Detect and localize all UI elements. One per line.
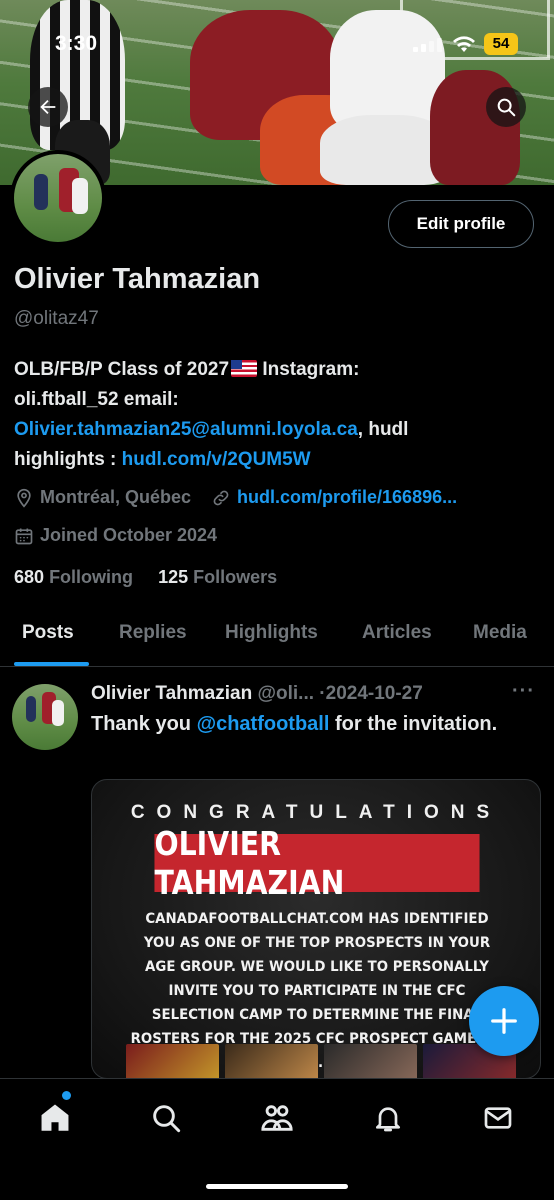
media-photo-strip bbox=[126, 1044, 516, 1078]
nav-search[interactable] bbox=[144, 1096, 188, 1140]
media-photo bbox=[324, 1044, 417, 1078]
profile-meta-location-row: Montréal, Québec hudl.com/profile/166896… bbox=[14, 487, 457, 508]
follow-stats: 680 Following 125 Followers bbox=[14, 567, 277, 588]
back-button[interactable] bbox=[28, 87, 68, 127]
profile-avatar[interactable] bbox=[10, 150, 106, 246]
post-text: Thank you @chatfootball for the invitati… bbox=[91, 710, 531, 739]
tab-posts[interactable]: Posts bbox=[22, 622, 74, 644]
bio-email-link[interactable]: Olivier.tahmazian25@alumni.loyola.ca bbox=[14, 419, 358, 440]
nav-messages[interactable] bbox=[476, 1096, 520, 1140]
plus-icon bbox=[491, 1008, 517, 1034]
profile-joined-date: Joined October 2024 bbox=[40, 525, 218, 545]
bio-text: OLB/FB/P Class of 2027 bbox=[14, 359, 230, 380]
post-text-part: for the invitation. bbox=[329, 713, 498, 735]
post-header: Olivier Tahmazian @oli... ·2024-10-27 bbox=[91, 683, 423, 705]
media-name-banner: OLIVIER TAHMAZIAN bbox=[154, 824, 480, 902]
battery-indicator: 54 bbox=[484, 33, 518, 55]
communities-icon bbox=[261, 1105, 293, 1131]
media-photo bbox=[126, 1044, 219, 1078]
post-author-name[interactable]: Olivier Tahmazian bbox=[91, 683, 252, 704]
tab-media[interactable]: Media bbox=[473, 622, 527, 644]
tab-replies[interactable]: Replies bbox=[119, 622, 187, 644]
notifications-icon bbox=[376, 1107, 400, 1132]
profile-meta-joined-row: Joined October 2024 bbox=[14, 525, 217, 546]
notification-dot bbox=[62, 1091, 71, 1100]
bio-text: highlights : bbox=[14, 449, 122, 470]
tab-highlights[interactable]: Highlights bbox=[225, 622, 318, 644]
messages-icon bbox=[484, 1107, 512, 1129]
nav-notifications[interactable] bbox=[366, 1096, 410, 1140]
bio-text: Instagram: bbox=[257, 359, 360, 380]
search-button[interactable] bbox=[486, 87, 526, 127]
avatar-figure bbox=[26, 696, 36, 722]
media-photo bbox=[225, 1044, 318, 1078]
profile-location: Montréal, Québec bbox=[40, 487, 192, 507]
status-bar: 3:30 54 bbox=[0, 28, 554, 64]
cellular-signal-icon bbox=[413, 38, 442, 52]
followers-link[interactable]: 125 Followers bbox=[158, 567, 277, 587]
followers-label: Followers bbox=[193, 567, 278, 587]
edit-profile-button[interactable]: Edit profile bbox=[388, 200, 534, 248]
post-author-avatar[interactable] bbox=[12, 684, 78, 750]
more-options-icon[interactable]: ··· bbox=[512, 680, 535, 703]
search-icon bbox=[153, 1105, 181, 1133]
us-flag-icon bbox=[231, 360, 258, 377]
post-author-handle[interactable]: @oli... bbox=[257, 683, 314, 704]
arrow-left-icon bbox=[40, 99, 56, 115]
profile-handle: @olitaz47 bbox=[14, 308, 99, 329]
home-indicator[interactable] bbox=[206, 1184, 348, 1189]
location-pin-icon bbox=[17, 488, 31, 508]
search-icon bbox=[497, 98, 516, 117]
home-icon bbox=[41, 1104, 69, 1131]
avatar-figure bbox=[34, 174, 48, 210]
following-link[interactable]: 680 Following bbox=[14, 567, 133, 587]
bottom-navigation bbox=[0, 1078, 554, 1200]
nav-communities[interactable] bbox=[255, 1096, 299, 1140]
bio-hudl-link[interactable]: hudl.com/v/2QUM5W bbox=[122, 449, 311, 470]
following-label: Following bbox=[49, 567, 134, 587]
post-date[interactable]: 2024-10-27 bbox=[326, 683, 423, 704]
post-text-part: Thank you bbox=[91, 713, 197, 735]
wifi-icon bbox=[453, 36, 475, 52]
profile-website-link[interactable]: hudl.com/profile/166896... bbox=[237, 487, 457, 508]
bio-text: , hudl bbox=[357, 419, 409, 440]
compose-post-button[interactable] bbox=[469, 986, 539, 1056]
avatar-figure bbox=[72, 178, 88, 214]
followers-count: 125 bbox=[158, 567, 189, 587]
profile-bio: OLB/FB/P Class of 2027 Instagram: oli.ft… bbox=[14, 355, 534, 475]
profile-display-name: Olivier Tahmazian bbox=[14, 263, 261, 295]
nav-home[interactable] bbox=[33, 1096, 77, 1140]
status-time: 3:30 bbox=[55, 32, 98, 55]
tab-articles[interactable]: Articles bbox=[362, 622, 432, 644]
calendar-icon bbox=[15, 528, 33, 544]
profile-tabs: Posts Replies Highlights Articles Media bbox=[0, 612, 554, 667]
post-mention-link[interactable]: @chatfootball bbox=[197, 713, 330, 735]
link-icon bbox=[213, 490, 229, 505]
avatar-figure bbox=[52, 700, 64, 726]
active-tab-indicator bbox=[14, 662, 89, 666]
bio-text: oli.ftball_52 email: bbox=[14, 389, 179, 410]
following-count: 680 bbox=[14, 567, 45, 587]
media-heading: CONGRATULATIONS bbox=[130, 802, 502, 823]
